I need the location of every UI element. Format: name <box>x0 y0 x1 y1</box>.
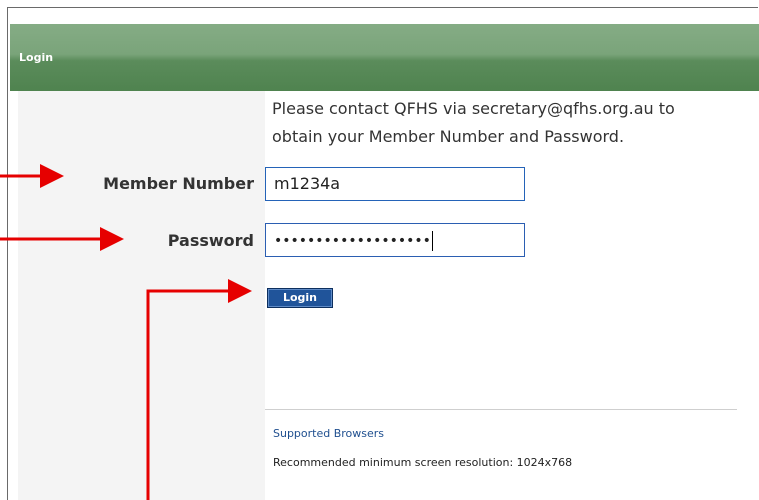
resolution-note: Recommended minimum screen resolution: 1… <box>273 456 573 469</box>
password-input[interactable]: ••••••••••••••••••• <box>265 223 525 257</box>
text-caret <box>431 230 433 251</box>
supported-browsers-link[interactable]: Supported Browsers <box>273 427 384 440</box>
member-number-label: Member Number <box>103 174 254 193</box>
login-button[interactable]: Login <box>267 288 333 308</box>
info-line-1: Please contact QFHS via secretary@qfhs.o… <box>272 99 675 118</box>
info-text: Please contact QFHS via secretary@qfhs.o… <box>272 95 752 151</box>
member-number-input[interactable]: m1234a <box>265 167 525 201</box>
header-title: Login <box>19 51 54 64</box>
footer-divider <box>265 409 737 410</box>
password-label: Password <box>167 231 254 250</box>
password-masked-value: ••••••••••••••••••• <box>274 233 431 249</box>
login-header-bar: Login <box>10 24 759 91</box>
member-number-value: m1234a <box>274 174 341 193</box>
info-line-2: obtain your Member Number and Password. <box>272 127 625 146</box>
left-label-panel <box>18 91 265 500</box>
